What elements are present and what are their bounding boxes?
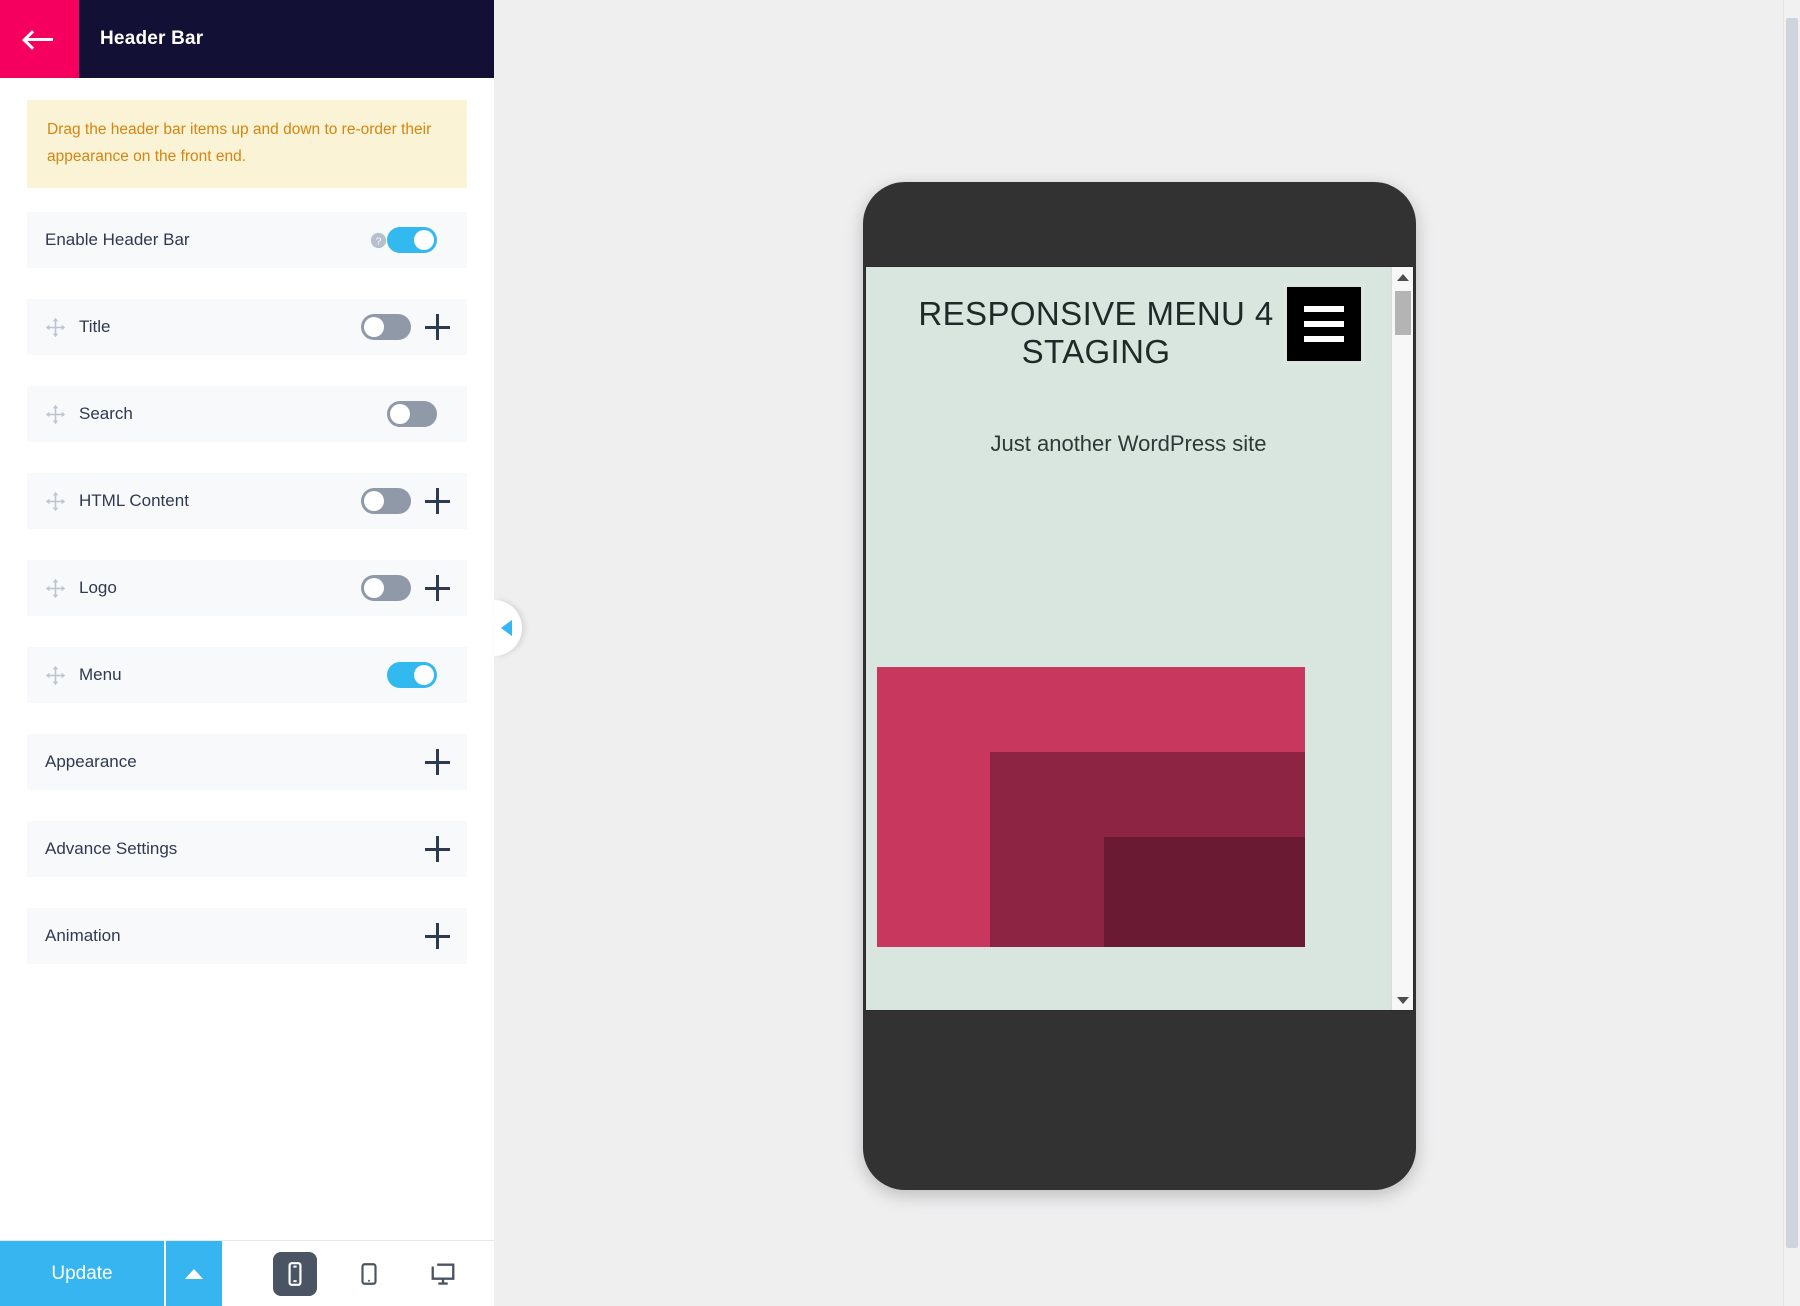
triangle-up-icon: [1396, 273, 1409, 281]
hamburger-bar: [1304, 321, 1344, 327]
hamburger-bar: [1304, 306, 1344, 312]
device-tablet-button[interactable]: [347, 1252, 391, 1296]
toggle-html-content[interactable]: [361, 488, 411, 515]
content-block-3: [1104, 837, 1305, 947]
reorder-notice: Drag the header bar items up and down to…: [27, 100, 467, 189]
scroll-up-button[interactable]: [1392, 267, 1413, 287]
settings-list: Enable Header Bar ? Title Search HTML Co…: [0, 212, 494, 965]
hamburger-icon[interactable]: [1284, 284, 1364, 364]
desktop-icon: [429, 1260, 457, 1288]
window-scrollbar[interactable]: [1783, 0, 1800, 1306]
panel-header: Header Bar: [0, 0, 494, 78]
preview-scrollbar[interactable]: [1391, 267, 1413, 1010]
hamburger-bar: [1304, 336, 1344, 342]
setting-label: Animation: [45, 926, 121, 946]
svg-text:?: ?: [376, 236, 382, 247]
toggle-search[interactable]: [387, 401, 437, 428]
mobile-icon: [282, 1261, 308, 1287]
drag-handle-icon[interactable]: [45, 665, 66, 686]
triangle-down-icon: [1396, 996, 1409, 1004]
setting-label: Logo: [79, 578, 117, 598]
toggle-knob: [390, 404, 410, 425]
toggle-knob: [364, 317, 384, 338]
setting-row-search[interactable]: Search: [27, 386, 467, 443]
setting-row-title[interactable]: Title: [27, 299, 467, 356]
drag-handle-icon[interactable]: [45, 491, 66, 512]
expand-advance-settings-button[interactable]: [425, 836, 451, 863]
setting-row-enable-header-bar[interactable]: Enable Header Bar ?: [27, 212, 467, 269]
phone-screen: RESPONSIVE MENU 4 STAGING Just another W…: [865, 266, 1414, 1011]
help-icon[interactable]: ?: [370, 232, 387, 249]
window-scrollbar-thumb[interactable]: [1786, 18, 1798, 1248]
back-button[interactable]: [0, 0, 79, 78]
expand-title-button[interactable]: [425, 314, 451, 341]
site-preview: RESPONSIVE MENU 4 STAGING Just another W…: [866, 267, 1391, 1010]
setting-row-appearance[interactable]: Appearance: [27, 734, 467, 791]
toggle-knob: [414, 230, 434, 251]
drag-handle-icon[interactable]: [45, 404, 66, 425]
setting-label: Appearance: [45, 752, 137, 772]
setting-label: HTML Content: [79, 491, 189, 511]
setting-row-advance-settings[interactable]: Advance Settings: [27, 821, 467, 878]
triangle-left-icon: [500, 620, 512, 636]
site-tagline: Just another WordPress site: [990, 431, 1267, 456]
expand-html-content-button[interactable]: [425, 488, 451, 515]
drag-handle-icon[interactable]: [45, 317, 66, 338]
content-blocks: [877, 667, 1305, 947]
tablet-icon: [356, 1261, 382, 1287]
expand-animation-button[interactable]: [425, 923, 451, 950]
toggle-title[interactable]: [361, 314, 411, 341]
setting-row-animation[interactable]: Animation: [27, 908, 467, 965]
setting-label: Title: [79, 317, 111, 337]
setting-row-logo[interactable]: Logo: [27, 560, 467, 617]
setting-label: Menu: [79, 665, 122, 685]
toggle-knob: [414, 665, 434, 686]
update-options-button[interactable]: [164, 1241, 222, 1306]
expand-logo-button[interactable]: [425, 575, 451, 602]
toggle-knob: [364, 491, 384, 512]
setting-label: Search: [79, 404, 133, 424]
expand-appearance-button[interactable]: [425, 749, 451, 776]
device-switcher: [222, 1241, 494, 1306]
toggle-enable-header-bar[interactable]: [387, 227, 437, 254]
toggle-knob: [364, 578, 384, 599]
caret-up-icon: [185, 1268, 203, 1279]
setting-label: Advance Settings: [45, 839, 178, 859]
preview-area: RESPONSIVE MENU 4 STAGING Just another W…: [494, 0, 1800, 1306]
scroll-down-button[interactable]: [1392, 990, 1413, 1010]
drag-handle-icon[interactable]: [45, 578, 66, 599]
update-button[interactable]: Update: [0, 1241, 164, 1306]
toggle-logo[interactable]: [361, 575, 411, 602]
setting-row-menu[interactable]: Menu: [27, 647, 467, 704]
toggle-menu[interactable]: [387, 662, 437, 689]
customizer-app: Header Bar Drag the header bar items up …: [0, 0, 1800, 1306]
bottom-toolbar: Update: [0, 1240, 494, 1306]
settings-panel: Header Bar Drag the header bar items up …: [0, 0, 494, 1306]
phone-frame: RESPONSIVE MENU 4 STAGING Just another W…: [863, 182, 1416, 1190]
setting-row-html-content[interactable]: HTML Content: [27, 473, 467, 530]
page-title: Header Bar: [100, 28, 204, 49]
device-mobile-button[interactable]: [273, 1251, 317, 1296]
row-label-wrap: Enable Header Bar ?: [45, 230, 387, 250]
device-desktop-button[interactable]: [421, 1252, 465, 1296]
setting-label: Enable Header Bar: [45, 230, 190, 250]
arrow-left-icon: [24, 29, 55, 49]
scrollbar-thumb[interactable]: [1395, 291, 1411, 335]
